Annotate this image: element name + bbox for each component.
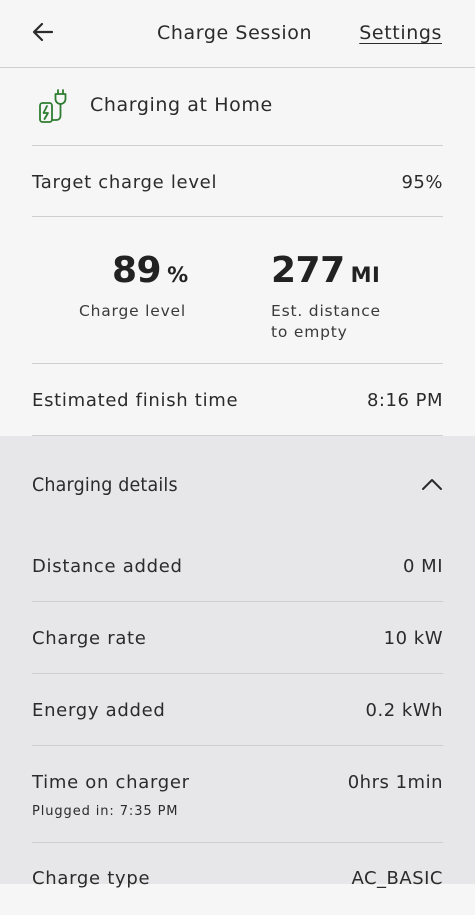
charge-level-value: 89 [112,250,162,291]
detail-value: 0.2 kWh [365,700,443,721]
distance-label-line2: to empty [271,323,348,341]
charge-level-stat: 89% [112,250,189,291]
detail-value: AC_BASIC [351,868,443,889]
target-charge-value: 95% [401,172,443,193]
detail-label: Charge rate [32,628,147,649]
distance-label: Est. distance to empty [271,301,381,343]
details-row-time-on-charger: Time on charger 0hrs 1min Plugged in: 7:… [32,746,443,843]
distance-unit: MI [350,263,381,287]
charging-location-label: Charging at Home [90,94,273,116]
distance-value: 277 [271,250,345,291]
charge-level-unit: % [167,263,189,287]
detail-value: 0 MI [402,556,443,577]
detail-label: Energy added [32,700,166,721]
details-row-distance-added: Distance added 0 MI [32,530,443,602]
detail-value: 10 kW [383,628,443,649]
details-row-charge-type: Charge type AC_BASIC [32,843,443,915]
arrow-left-icon [32,22,54,42]
detail-label: Distance added [32,556,183,577]
charge-level-label: Charge level [79,302,187,320]
detail-value: 0hrs 1min [347,772,443,793]
distance-label-line1: Est. distance [271,302,381,320]
charge-stats: 89% Charge level 277 MI Est. distance to … [32,217,443,364]
settings-link[interactable]: Settings [359,22,442,44]
detail-label: Time on charger [32,772,190,793]
collapse-details-button[interactable] [418,474,446,496]
plugged-in-time: Plugged in: 7:35 PM [32,804,179,819]
page-title: Charge Session [157,22,313,44]
target-charge-row[interactable]: Target charge level 95% [32,146,443,217]
chevron-up-icon [422,479,442,490]
detail-label: Charge type [32,868,151,889]
charging-location-row: Charging at Home [32,68,443,146]
charging-plug-icon [39,89,67,123]
finish-time-value: 8:16 PM [366,390,443,411]
target-charge-label: Target charge level [32,172,218,193]
details-row-charge-rate: Charge rate 10 kW [32,602,443,674]
back-button[interactable] [28,18,58,46]
charging-details-section: Charging details Distance added 0 MI Cha… [0,436,475,889]
charging-details-title[interactable]: Charging details [32,474,178,496]
finish-time-label: Estimated finish time [32,390,239,411]
distance-stat: 277 MI [271,250,380,291]
finish-time-row: Estimated finish time 8:16 PM [32,364,443,436]
top-bar: Charge Session Settings [0,0,475,68]
details-row-energy-added: Energy added 0.2 kWh [32,674,443,746]
